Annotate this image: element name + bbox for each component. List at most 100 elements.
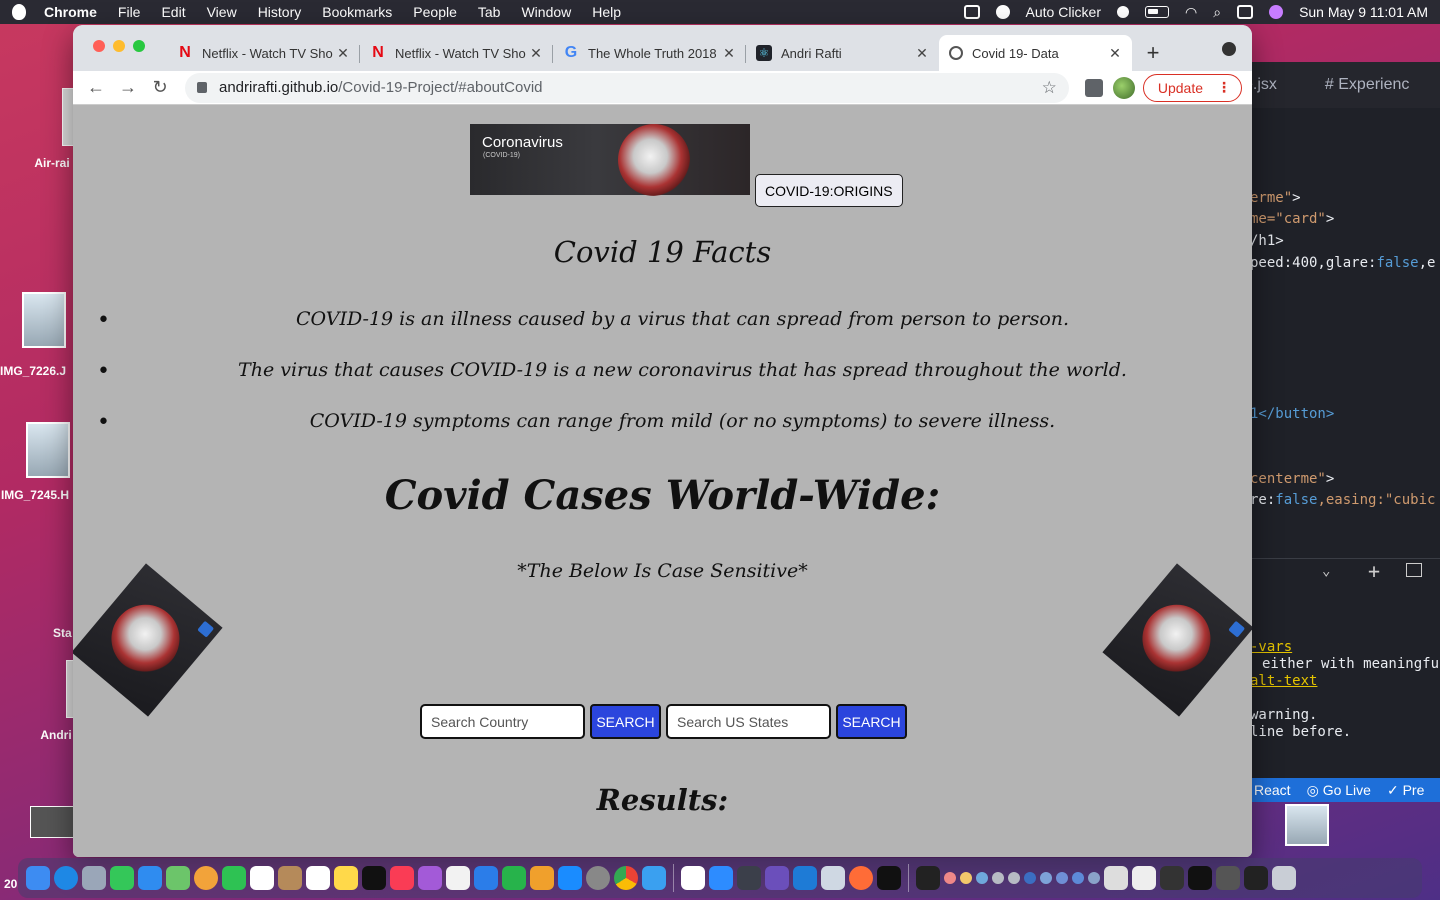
desktop-item-airrai[interactable]: Air-rai: [30, 88, 74, 170]
search-icon[interactable]: ⌕: [1213, 4, 1221, 21]
battery-icon[interactable]: [1145, 6, 1169, 18]
close-icon[interactable]: ✕: [722, 45, 736, 62]
minimized-window-icon[interactable]: [1104, 866, 1128, 890]
zoom-window-button[interactable]: [133, 40, 145, 52]
contacts-icon[interactable]: [278, 866, 302, 890]
screenshot-app-icon[interactable]: [916, 866, 940, 890]
minimized-window-icon[interactable]: [1160, 866, 1184, 890]
update-button[interactable]: Update ⋮: [1142, 73, 1242, 102]
trash-icon[interactable]: [1272, 866, 1296, 890]
minimized-window-icon[interactable]: [944, 872, 956, 884]
maps-icon[interactable]: [166, 866, 190, 890]
app-store-icon[interactable]: [558, 866, 582, 890]
messages-icon[interactable]: [110, 866, 134, 890]
status-go-live[interactable]: ◎ Go Live: [1307, 782, 1371, 799]
terminal-icon[interactable]: [877, 866, 901, 890]
preview-icon[interactable]: [821, 866, 845, 890]
menu-people[interactable]: People: [413, 4, 457, 20]
status-prettier[interactable]: ✓ Pre: [1387, 782, 1424, 799]
vscode-icon[interactable]: [793, 866, 817, 890]
desktop-item-sta[interactable]: Sta: [53, 626, 72, 640]
zoom-icon[interactable]: [709, 866, 733, 890]
folder-icon[interactable]: [642, 866, 666, 890]
notification-icon[interactable]: [995, 5, 1010, 19]
menu-clock[interactable]: Sun May 9 11:01 AM: [1299, 4, 1428, 20]
editor-tab[interactable]: # Experienc: [1311, 76, 1424, 94]
split-terminal-icon[interactable]: [1406, 563, 1422, 577]
menu-tab[interactable]: Tab: [478, 4, 501, 20]
forward-icon[interactable]: →: [115, 75, 141, 101]
desktop-item-img-7245[interactable]: IMG_7245.H: [0, 422, 70, 502]
browser-tab-netflix-2[interactable]: N Netflix - Watch TV Sho ✕: [360, 35, 553, 71]
tab-search-icon[interactable]: [1222, 42, 1236, 56]
minimized-window-icon[interactable]: [1008, 872, 1020, 884]
minimized-window-icon[interactable]: [1244, 866, 1268, 890]
search-us-states-input[interactable]: Search US States: [666, 704, 831, 739]
minimized-window-icon[interactable]: [1040, 872, 1052, 884]
github-desktop-icon[interactable]: [765, 866, 789, 890]
pages-icon[interactable]: [530, 866, 554, 890]
mail-icon[interactable]: [138, 866, 162, 890]
launchpad-icon[interactable]: [82, 866, 106, 890]
minimized-window-icon[interactable]: [976, 872, 988, 884]
news-icon[interactable]: [446, 866, 470, 890]
photos-icon[interactable]: [194, 866, 218, 890]
reminders-icon[interactable]: [306, 866, 330, 890]
numbers-icon[interactable]: [502, 866, 526, 890]
covid-origins-button[interactable]: COVID-19:ORIGINS: [755, 174, 903, 207]
add-terminal-icon[interactable]: +: [1368, 559, 1380, 583]
browser-tab-netflix-1[interactable]: N Netflix - Watch TV Sho ✕: [167, 35, 360, 71]
back-icon[interactable]: ←: [83, 75, 109, 101]
search-country-button[interactable]: SEARCH: [590, 704, 661, 739]
menu-bookmarks[interactable]: Bookmarks: [322, 4, 392, 20]
minimized-window-icon[interactable]: [1072, 872, 1084, 884]
moon-icon[interactable]: [1117, 6, 1129, 18]
menu-file[interactable]: File: [118, 4, 141, 20]
desktop-item-photo-right[interactable]: [1285, 804, 1329, 846]
menu-view[interactable]: View: [207, 4, 237, 20]
menu-window[interactable]: Window: [521, 4, 571, 20]
tv-icon[interactable]: [362, 866, 386, 890]
menu-help[interactable]: Help: [592, 4, 621, 20]
control-center-icon[interactable]: [1237, 5, 1254, 19]
terminal-line[interactable]: alt-text: [1250, 673, 1317, 689]
minimized-window-icon[interactable]: [1088, 872, 1100, 884]
system-preferences-icon[interactable]: [586, 866, 610, 890]
close-icon[interactable]: ✕: [336, 45, 350, 62]
slack-icon[interactable]: [681, 866, 705, 890]
chevron-down-icon[interactable]: ⌄: [1322, 563, 1330, 579]
screen-record-icon[interactable]: [963, 5, 980, 19]
close-window-button[interactable]: [93, 40, 105, 52]
notes-icon[interactable]: [334, 866, 358, 890]
music-icon[interactable]: [390, 866, 414, 890]
minimize-window-button[interactable]: [113, 40, 125, 52]
apple-menu-icon[interactable]: [12, 4, 26, 20]
close-icon[interactable]: ✕: [529, 45, 543, 62]
menu-history[interactable]: History: [258, 4, 302, 20]
safari-icon[interactable]: [54, 866, 78, 890]
postman-icon[interactable]: [849, 866, 873, 890]
menu-app-name[interactable]: Chrome: [44, 4, 97, 20]
siri-icon[interactable]: [1269, 5, 1284, 19]
minimized-window-icon[interactable]: [1056, 872, 1068, 884]
minimized-window-icon[interactable]: [992, 872, 1004, 884]
profile-avatar[interactable]: [1112, 76, 1135, 99]
minimized-window-icon[interactable]: [1188, 866, 1212, 890]
extensions-icon[interactable]: [1084, 78, 1103, 97]
close-icon[interactable]: ✕: [915, 45, 929, 62]
lock-icon[interactable]: [197, 82, 207, 93]
desktop-item-screenshot[interactable]: [30, 806, 74, 838]
search-country-input[interactable]: Search Country: [420, 704, 585, 739]
minimized-window-icon[interactable]: [1216, 866, 1240, 890]
desktop-item-20[interactable]: 20: [4, 877, 17, 891]
facetime-icon[interactable]: [222, 866, 246, 890]
minimized-window-icon[interactable]: [960, 872, 972, 884]
auto-clicker-menu[interactable]: Auto Clicker: [1026, 4, 1101, 20]
bookmark-star-icon[interactable]: ☆: [1042, 78, 1057, 98]
reload-icon[interactable]: ↻: [147, 75, 173, 101]
minimized-window-icon[interactable]: [1024, 872, 1036, 884]
browser-tab-whole-truth[interactable]: G The Whole Truth 2018 ✕: [553, 35, 746, 71]
status-react[interactable]: React: [1254, 782, 1291, 798]
more-menu-icon[interactable]: ⋮: [1217, 79, 1231, 96]
desktop-item-img-7226[interactable]: IMG_7226.J: [0, 292, 66, 378]
